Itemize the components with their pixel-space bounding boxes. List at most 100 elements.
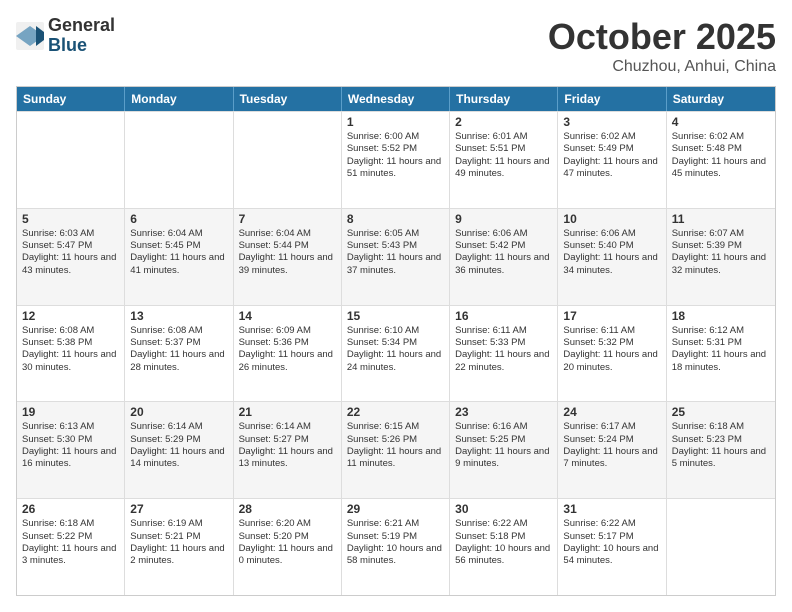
day-number: 7 <box>239 212 336 226</box>
calendar-cell: 20Sunrise: 6:14 AM Sunset: 5:29 PM Dayli… <box>125 402 233 498</box>
day-number: 21 <box>239 405 336 419</box>
calendar-row: 1 Sunrise: 6:00 AM Sunset: 5:52 PM Daylig… <box>17 111 775 208</box>
logo-text: General Blue <box>48 16 115 56</box>
calendar-cell: 24Sunrise: 6:17 AM Sunset: 5:24 PM Dayli… <box>558 402 666 498</box>
calendar-cell <box>125 112 233 208</box>
day-number: 30 <box>455 502 552 516</box>
logo: General Blue <box>16 16 115 56</box>
calendar-cell: 4 Sunrise: 6:02 AM Sunset: 5:48 PM Daylig… <box>667 112 775 208</box>
cell-info: Sunrise: 6:09 AM Sunset: 5:36 PM Dayligh… <box>239 325 336 374</box>
month-title: October 2025 <box>548 16 776 58</box>
calendar-cell: 6Sunrise: 6:04 AM Sunset: 5:45 PM Daylig… <box>125 209 233 305</box>
cell-info: Sunrise: 6:18 AM Sunset: 5:23 PM Dayligh… <box>672 421 770 470</box>
calendar-cell: 16Sunrise: 6:11 AM Sunset: 5:33 PM Dayli… <box>450 306 558 402</box>
calendar-header-cell: Saturday <box>667 87 775 111</box>
calendar-cell: 17Sunrise: 6:11 AM Sunset: 5:32 PM Dayli… <box>558 306 666 402</box>
calendar-cell: 7 Sunrise: 6:04 AM Sunset: 5:44 PM Daylig… <box>234 209 342 305</box>
cell-info: Sunrise: 6:05 AM Sunset: 5:43 PM Dayligh… <box>347 228 444 277</box>
day-number: 23 <box>455 405 552 419</box>
cell-info: Sunrise: 6:11 AM Sunset: 5:32 PM Dayligh… <box>563 325 660 374</box>
cell-info: Sunrise: 6:20 AM Sunset: 5:20 PM Dayligh… <box>239 518 336 567</box>
calendar-row: 12 Sunrise: 6:08 AM Sunset: 5:38 PM Dayli… <box>17 305 775 402</box>
calendar-cell: 3Sunrise: 6:02 AM Sunset: 5:49 PM Daylig… <box>558 112 666 208</box>
calendar: SundayMondayTuesdayWednesdayThursdayFrid… <box>16 86 776 596</box>
cell-info: Sunrise: 6:18 AM Sunset: 5:22 PM Dayligh… <box>22 518 119 567</box>
calendar-body: 1 Sunrise: 6:00 AM Sunset: 5:52 PM Daylig… <box>17 111 775 595</box>
cell-info: Sunrise: 6:04 AM Sunset: 5:45 PM Dayligh… <box>130 228 227 277</box>
cell-info: Sunrise: 6:06 AM Sunset: 5:42 PM Dayligh… <box>455 228 552 277</box>
calendar-cell: 9 Sunrise: 6:06 AM Sunset: 5:42 PM Daylig… <box>450 209 558 305</box>
calendar-cell: 27Sunrise: 6:19 AM Sunset: 5:21 PM Dayli… <box>125 499 233 595</box>
day-number: 9 <box>455 212 552 226</box>
cell-info: Sunrise: 6:16 AM Sunset: 5:25 PM Dayligh… <box>455 421 552 470</box>
calendar-cell: 22 Sunrise: 6:15 AM Sunset: 5:26 PM Dayli… <box>342 402 450 498</box>
cell-info: Sunrise: 6:00 AM Sunset: 5:52 PM Dayligh… <box>347 131 444 180</box>
cell-info: Sunrise: 6:04 AM Sunset: 5:44 PM Dayligh… <box>239 228 336 277</box>
calendar-cell: 31 Sunrise: 6:22 AM Sunset: 5:17 PM Dayli… <box>558 499 666 595</box>
calendar-cell: 29Sunrise: 6:21 AM Sunset: 5:19 PM Dayli… <box>342 499 450 595</box>
calendar-row: 26 Sunrise: 6:18 AM Sunset: 5:22 PM Dayli… <box>17 498 775 595</box>
logo-blue: Blue <box>48 36 115 56</box>
logo-general: General <box>48 16 115 36</box>
cell-info: Sunrise: 6:07 AM Sunset: 5:39 PM Dayligh… <box>672 228 770 277</box>
cell-info: Sunrise: 6:08 AM Sunset: 5:38 PM Dayligh… <box>22 325 119 374</box>
day-number: 1 <box>347 115 444 129</box>
cell-info: Sunrise: 6:11 AM Sunset: 5:33 PM Dayligh… <box>455 325 552 374</box>
calendar-cell: 18Sunrise: 6:12 AM Sunset: 5:31 PM Dayli… <box>667 306 775 402</box>
calendar-header-cell: Sunday <box>17 87 125 111</box>
calendar-cell: 15 Sunrise: 6:10 AM Sunset: 5:34 PM Dayli… <box>342 306 450 402</box>
calendar-cell: 11 Sunrise: 6:07 AM Sunset: 5:39 PM Dayli… <box>667 209 775 305</box>
day-number: 27 <box>130 502 227 516</box>
header: General Blue October 2025 Chuzhou, Anhui… <box>16 16 776 76</box>
day-number: 11 <box>672 212 770 226</box>
calendar-header-cell: Friday <box>558 87 666 111</box>
calendar-header: SundayMondayTuesdayWednesdayThursdayFrid… <box>17 87 775 111</box>
cell-info: Sunrise: 6:08 AM Sunset: 5:37 PM Dayligh… <box>130 325 227 374</box>
day-number: 29 <box>347 502 444 516</box>
day-number: 24 <box>563 405 660 419</box>
calendar-cell: 30 Sunrise: 6:22 AM Sunset: 5:18 PM Dayli… <box>450 499 558 595</box>
day-number: 3 <box>563 115 660 129</box>
calendar-cell: 12 Sunrise: 6:08 AM Sunset: 5:38 PM Dayli… <box>17 306 125 402</box>
day-number: 26 <box>22 502 119 516</box>
day-number: 12 <box>22 309 119 323</box>
calendar-cell: 23 Sunrise: 6:16 AM Sunset: 5:25 PM Dayli… <box>450 402 558 498</box>
day-number: 15 <box>347 309 444 323</box>
cell-info: Sunrise: 6:22 AM Sunset: 5:17 PM Dayligh… <box>563 518 660 567</box>
day-number: 18 <box>672 309 770 323</box>
day-number: 22 <box>347 405 444 419</box>
calendar-cell: 5Sunrise: 6:03 AM Sunset: 5:47 PM Daylig… <box>17 209 125 305</box>
day-number: 31 <box>563 502 660 516</box>
calendar-cell: 19Sunrise: 6:13 AM Sunset: 5:30 PM Dayli… <box>17 402 125 498</box>
calendar-header-cell: Wednesday <box>342 87 450 111</box>
calendar-cell: 8Sunrise: 6:05 AM Sunset: 5:43 PM Daylig… <box>342 209 450 305</box>
title-block: October 2025 Chuzhou, Anhui, China <box>548 16 776 76</box>
calendar-cell <box>667 499 775 595</box>
calendar-cell: 13Sunrise: 6:08 AM Sunset: 5:37 PM Dayli… <box>125 306 233 402</box>
day-number: 4 <box>672 115 770 129</box>
calendar-cell: 10Sunrise: 6:06 AM Sunset: 5:40 PM Dayli… <box>558 209 666 305</box>
subtitle: Chuzhou, Anhui, China <box>548 58 776 76</box>
day-number: 2 <box>455 115 552 129</box>
calendar-cell: 26 Sunrise: 6:18 AM Sunset: 5:22 PM Dayli… <box>17 499 125 595</box>
day-number: 14 <box>239 309 336 323</box>
calendar-cell: 21Sunrise: 6:14 AM Sunset: 5:27 PM Dayli… <box>234 402 342 498</box>
calendar-row: 5Sunrise: 6:03 AM Sunset: 5:47 PM Daylig… <box>17 208 775 305</box>
calendar-header-cell: Monday <box>125 87 233 111</box>
cell-info: Sunrise: 6:10 AM Sunset: 5:34 PM Dayligh… <box>347 325 444 374</box>
calendar-cell: 25Sunrise: 6:18 AM Sunset: 5:23 PM Dayli… <box>667 402 775 498</box>
calendar-cell: 1 Sunrise: 6:00 AM Sunset: 5:52 PM Daylig… <box>342 112 450 208</box>
calendar-cell: 14 Sunrise: 6:09 AM Sunset: 5:36 PM Dayli… <box>234 306 342 402</box>
day-number: 28 <box>239 502 336 516</box>
cell-info: Sunrise: 6:14 AM Sunset: 5:29 PM Dayligh… <box>130 421 227 470</box>
cell-info: Sunrise: 6:22 AM Sunset: 5:18 PM Dayligh… <box>455 518 552 567</box>
calendar-header-cell: Thursday <box>450 87 558 111</box>
cell-info: Sunrise: 6:02 AM Sunset: 5:48 PM Dayligh… <box>672 131 770 180</box>
day-number: 10 <box>563 212 660 226</box>
day-number: 19 <box>22 405 119 419</box>
calendar-cell <box>17 112 125 208</box>
cell-info: Sunrise: 6:03 AM Sunset: 5:47 PM Dayligh… <box>22 228 119 277</box>
calendar-cell: 2Sunrise: 6:01 AM Sunset: 5:51 PM Daylig… <box>450 112 558 208</box>
cell-info: Sunrise: 6:15 AM Sunset: 5:26 PM Dayligh… <box>347 421 444 470</box>
logo-icon <box>16 22 44 50</box>
